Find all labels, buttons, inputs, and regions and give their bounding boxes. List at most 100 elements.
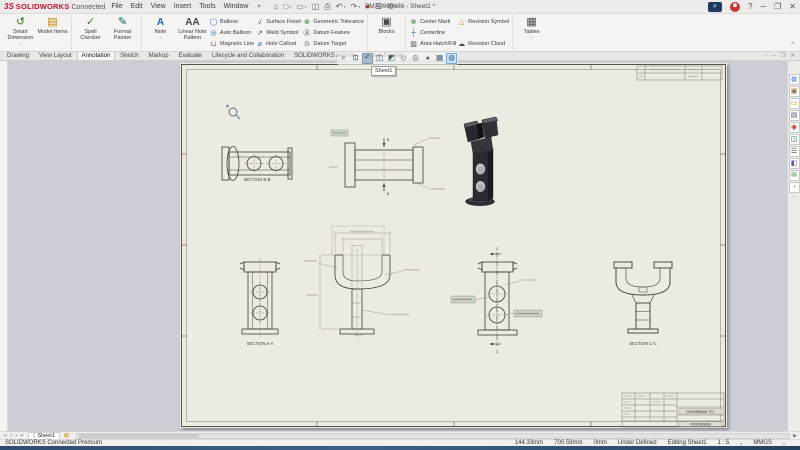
apply-scene-icon[interactable]: ▦ [434,53,445,64]
surface-finish-button[interactable]: √Surface Finish [255,17,301,27]
view-settings-icon[interactable]: ◍ [446,53,457,64]
weld-symbol-button[interactable]: ↗Weld Symbol [255,28,301,38]
revision-table[interactable] [637,66,722,80]
centerline-button[interactable]: ┼Centerline [409,28,456,38]
section-view-icon[interactable]: ◫ [374,53,385,64]
tables-button[interactable]: ▦ Tables ⌄ [516,15,547,39]
spell-checker-button[interactable]: ✓ Spell Checker [75,15,106,42]
revision-cloud-button[interactable]: ☁Revision Cloud [457,39,509,49]
tab-sketch[interactable]: Sketch [115,51,143,60]
title-block[interactable]: PMX0969666-TP1 PMX0969666 [622,393,724,427]
tab-annotation[interactable]: Annotation [77,51,116,60]
drawing-view-front-top[interactable]: B B [329,130,445,196]
doc-close-button[interactable]: ✕ [790,52,795,60]
help-button[interactable]: ? [748,2,752,11]
file-explorer-icon[interactable]: ▭ [789,98,800,109]
custom-properties-icon[interactable]: ☰ [789,146,800,157]
last-sheet-button[interactable]: » [20,433,23,439]
rebuild-button[interactable]: ● [365,2,370,12]
magnetic-line-button[interactable]: ⊔Magnetic Line [209,39,254,49]
appearances-icon[interactable]: ◉ [789,122,800,133]
hole-callout-annotations[interactable] [451,280,542,317]
scrollbar-thumb[interactable] [79,434,199,438]
tab-view-layout[interactable]: View Layout [34,51,77,60]
tab-lifecycle-and-collaboration[interactable]: Lifecycle and Collaboration [207,51,289,60]
close-button[interactable]: ✕ [789,2,796,11]
scenes-icon[interactable]: ◫ [789,134,800,145]
zoom-fit-icon[interactable]: ⌕ [338,53,349,64]
view-palette-icon[interactable]: ▤ [789,110,800,121]
minimize-button[interactable]: ─ [760,2,766,11]
geometric-tolerance-button[interactable]: ⊕Geometric Tolerance [302,17,364,27]
featuremanager-collapsed-panel[interactable] [0,61,8,431]
drawing-view-isometric[interactable] [464,117,498,206]
balloon-button[interactable]: ◯Balloon [209,17,254,27]
user-avatar[interactable] [730,2,740,12]
drawing-view-section-cc[interactable]: SECTION C-C [614,262,672,346]
revision-symbol-button[interactable]: △Revision Symbol [457,17,509,27]
3dexperience-search-button[interactable]: ⌕ [708,2,722,12]
auto-balloon-button[interactable]: ◎Auto Balloon [209,28,254,38]
drawing-view-front-bottom[interactable] [304,226,419,339]
save-button[interactable]: ◫ [312,2,320,12]
drawing-view-section-aa[interactable]: SECTION A-A [240,258,280,346]
tab-drawing[interactable]: Drawing [2,51,34,60]
doc-dock-icon[interactable]: ▫ [765,52,767,60]
display-style-icon[interactable]: ◇ [398,53,409,64]
note-button[interactable]: A Note ⌄ [145,15,176,39]
menu-file[interactable]: File [111,3,122,10]
undo-button[interactable]: ↶▾ [336,2,346,12]
format-painter-button[interactable]: ✎ Format Painter [107,15,138,42]
first-sheet-button[interactable]: « [4,433,7,439]
hide-show-items-icon[interactable]: ◎ [410,53,421,64]
hole-callout-button[interactable]: ⌀Hole Callout [255,39,301,49]
view-orientation-icon[interactable]: ◩ [386,53,397,64]
design-library-icon[interactable]: ▣ [789,86,800,97]
menu-insert[interactable]: Insert [174,3,192,10]
tab-evaluate[interactable]: Evaluate [174,51,207,60]
redo-button[interactable]: ↷▾ [350,2,360,12]
scroll-right-arrow-icon[interactable]: ▶ [793,433,800,439]
options-button[interactable]: ⚙▾ [387,2,397,12]
area-hatch-fill-button[interactable]: ▨Area Hatch/Fill [409,39,456,49]
smart-dimension-button[interactable]: ↺ Smart Dimension ⌄ [5,15,36,46]
menu-window[interactable]: Window [224,3,249,10]
add-sheet-button[interactable]: ⊞ [60,432,73,439]
drawing-view-section-bb[interactable]: SECTION B-B [222,147,292,183]
horizontal-scrollbar[interactable] [76,433,790,439]
datum-feature-button[interactable]: ⒶDatum Feature [302,28,364,38]
previous-view-icon[interactable]: ↶ [362,53,373,64]
zoom-area-icon[interactable]: ⊡ [350,53,361,64]
previous-sheet-button[interactable]: ‹ [10,433,12,439]
ribbon-collapse-chevron-icon[interactable]: ^ [791,42,798,50]
sheet-format-pane-icon[interactable]: ◧ [789,158,800,169]
blocks-button[interactable]: ▣ Blocks ⌄ [371,15,402,39]
pin-menu-icon[interactable]: ✦ [256,3,261,10]
menu-edit[interactable]: Edit [131,3,143,10]
drawing-view-section-line-cc[interactable]: C C [451,247,542,354]
datum-target-button[interactable]: ⊙Datum Target [302,39,364,49]
print-button[interactable]: ⎙ [324,2,330,12]
units-dropdown-caret-icon[interactable]: ▾ [783,441,785,446]
new-document-button[interactable]: □▾ [283,2,291,12]
next-sheet-button[interactable]: › [15,433,17,439]
model-items-button[interactable]: ▤ Model Items [37,15,68,35]
tab-markup[interactable]: Markup [144,51,174,60]
menu-tools[interactable]: Tools [199,3,215,10]
linear-note-pattern-button[interactable]: AA Linear Note Pattern [177,15,208,42]
taskpane-collapse-chevron-icon[interactable]: ⌃ [792,196,796,202]
resources-icon[interactable]: ◔ [789,182,800,193]
menu-view[interactable]: View [151,3,166,10]
file-properties-button[interactable]: ☰ [375,2,382,12]
scale-dropdown-caret-icon[interactable]: ▾ [740,441,742,446]
drawing-sheet[interactable]: SECTION B-B B B [180,63,727,428]
edit-appearance-icon[interactable]: ◕ [422,53,433,64]
3dexperience-icon[interactable]: ◍ [789,74,800,85]
doc-restore-button[interactable]: ❐ [780,52,785,60]
open-button[interactable]: ▭▾ [296,2,307,12]
home-button[interactable]: ⌂ [274,2,279,12]
center-mark-button[interactable]: ⊕Center Mark [409,17,456,27]
messages-icon[interactable]: ✉ [789,170,800,181]
doc-minimize-button[interactable]: ─ [772,52,776,60]
restore-button[interactable]: ❐ [774,2,781,11]
